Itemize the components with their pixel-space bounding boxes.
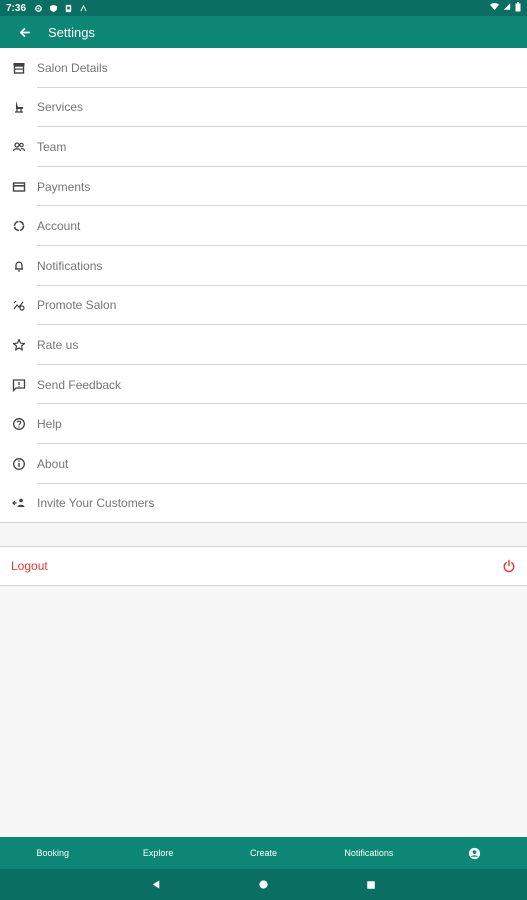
app-bar: Settings — [0, 16, 527, 48]
logout-button[interactable]: Logout — [0, 546, 527, 586]
recents-square-icon — [366, 880, 375, 889]
credit-card-icon — [0, 167, 37, 207]
power-icon — [503, 559, 515, 573]
help-icon — [0, 404, 37, 444]
settings-item-account[interactable]: Account — [0, 206, 527, 246]
settings-item-about[interactable]: About — [0, 444, 527, 484]
bell-icon — [0, 246, 37, 286]
settings-item-services[interactable]: Services — [0, 88, 527, 128]
settings-item-label: Help — [37, 417, 62, 432]
wifi-icon — [490, 2, 499, 14]
back-triangle-button[interactable] — [151, 879, 163, 891]
back-button[interactable] — [0, 16, 48, 48]
settings-item-label: Salon Details — [37, 60, 108, 75]
home-button[interactable] — [258, 879, 270, 891]
bottom-navigation: Booking Explore Create Notifications — [0, 837, 527, 869]
settings-item-team[interactable]: Team — [0, 127, 527, 167]
settings-item-label: Rate us — [37, 337, 79, 352]
settings-item-payments[interactable]: Payments — [0, 167, 527, 207]
settings-item-label: Team — [37, 139, 67, 154]
status-bar: 7:36 — [0, 0, 527, 16]
tab-create[interactable]: Create — [211, 837, 316, 869]
settings-item-promote-salon[interactable]: Promote Salon — [0, 286, 527, 326]
tab-notifications[interactable]: Notifications — [316, 837, 421, 869]
account-circle-icon — [468, 847, 480, 859]
settings-item-label: Promote Salon — [37, 298, 117, 313]
logout-label: Logout — [11, 559, 48, 573]
tab-booking[interactable]: Booking — [0, 837, 105, 869]
team-icon — [0, 127, 37, 167]
shield-status-icon — [49, 4, 58, 13]
back-triangle-icon — [152, 880, 160, 889]
settings-item-send-feedback[interactable]: Send Feedback — [0, 365, 527, 405]
tab-explore[interactable]: Explore — [105, 837, 210, 869]
settings-item-label: Payments — [37, 179, 91, 194]
signal-icon — [503, 2, 511, 14]
home-circle-icon — [259, 880, 268, 889]
settings-item-rate-us[interactable]: Rate us — [0, 325, 527, 365]
store-icon — [0, 48, 37, 88]
settings-item-salon-details[interactable]: Salon Details — [0, 48, 527, 88]
tab-profile[interactable] — [422, 837, 527, 869]
settings-status-icon — [34, 4, 43, 13]
settings-list: Salon Details Services Team Payments Acc… — [0, 48, 527, 524]
promote-icon — [0, 286, 37, 326]
salon-chair-icon — [0, 88, 37, 128]
recents-button[interactable] — [365, 879, 377, 891]
info-icon — [0, 444, 37, 484]
account-icon — [0, 206, 37, 246]
settings-item-label: Invite Your Customers — [37, 496, 155, 511]
nfc-status-icon — [79, 4, 88, 13]
invite-icon — [0, 484, 37, 524]
battery-icon — [515, 1, 521, 15]
page-title: Settings — [48, 24, 95, 40]
settings-item-label: Services — [37, 100, 84, 115]
feedback-icon — [0, 365, 37, 405]
arrow-back-icon — [19, 27, 30, 37]
settings-item-label: Account — [37, 219, 81, 234]
status-time: 7:36 — [6, 2, 27, 14]
settings-item-invite-customers[interactable]: Invite Your Customers — [0, 484, 527, 524]
sim-status-icon — [64, 4, 73, 13]
settings-item-help[interactable]: Help — [0, 404, 527, 444]
settings-item-label: Send Feedback — [37, 377, 122, 392]
settings-item-notifications[interactable]: Notifications — [0, 246, 527, 286]
settings-item-label: About — [37, 456, 69, 471]
star-icon — [0, 325, 37, 365]
system-navigation-bar — [0, 869, 527, 900]
settings-item-label: Notifications — [37, 258, 103, 273]
